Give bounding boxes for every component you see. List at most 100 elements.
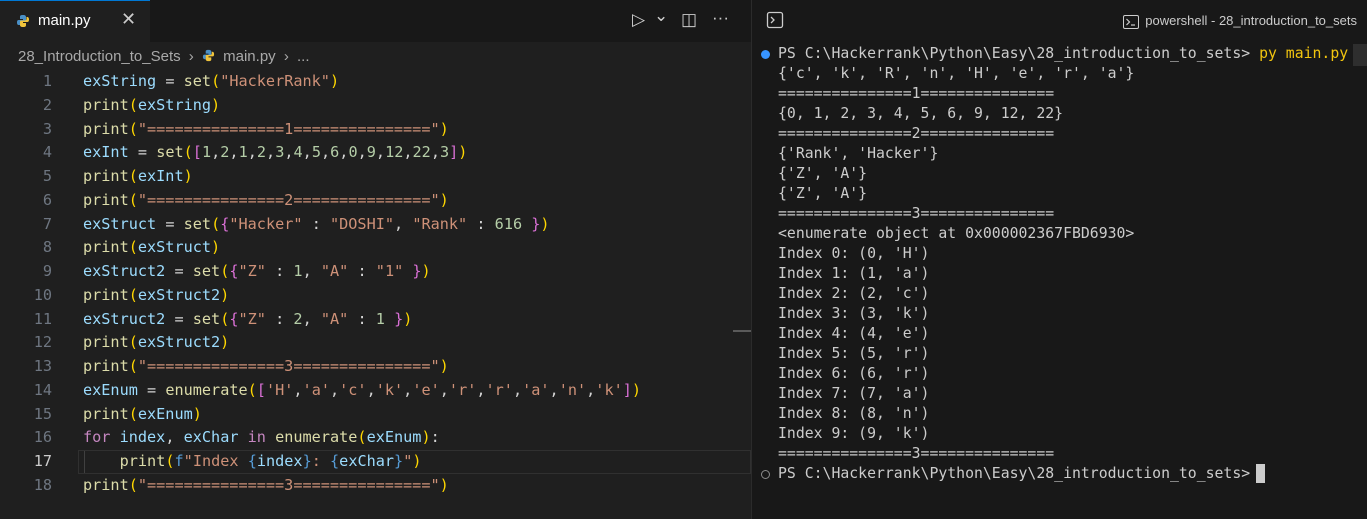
terminal-output-line: {'Z', 'A'} [778,165,868,182]
terminal-output-line: {'Z', 'A'} [778,185,868,202]
line-number: 7 [42,214,52,233]
code-line[interactable]: 16 for index, exChar in enumerate(exEnum)… [0,426,751,450]
chevron-right-icon: › [188,48,194,65]
code-line[interactable]: 12 print(exStruct2) [0,331,751,355]
code-text: exStruct2 = set({"Z" : 2, "A" : 1 }) [83,309,413,328]
terminal-output-line: ===============2=============== [778,125,1055,142]
code-line[interactable]: 10 print(exStruct2) [0,284,751,308]
run-icon[interactable]: ▷ [632,10,645,30]
code-line[interactable]: 1 exString = set("HackerRank") [0,70,751,94]
command-success-dot-icon[interactable] [761,50,770,59]
code-text: exStruct = set({"Hacker" : "DOSHI", "Ran… [83,214,550,233]
terminal-cursor [1256,464,1266,483]
code-text: print("===============1===============") [83,119,449,138]
close-icon[interactable]: ✕ [121,9,136,30]
code-line[interactable]: 5 print(exInt) [0,165,751,189]
line-number: 5 [42,167,52,185]
terminal-output-line: Index 5: (5, 'r') [778,345,930,362]
code-text: exString = set("HackerRank") [83,72,340,90]
code-line[interactable]: 9 exStruct2 = set({"Z" : 1, "A" : "1" }) [0,260,751,284]
breadcrumb-more[interactable]: ... [297,48,310,65]
breadcrumb: 28_Introduction_to_Sets › main.py › ... [18,48,314,65]
terminal-output-line: Index 9: (9, 'k') [778,425,930,442]
code-line[interactable]: 13 print("===============3===============… [0,355,751,379]
line-number: 16 [33,428,52,447]
breadcrumb-file[interactable]: main.py [223,48,276,65]
terminal-output-line: Index 2: (2, 'c') [778,285,930,302]
terminal-scrollbar[interactable] [1353,44,1367,66]
line-number: 12 [33,333,52,352]
line-number: 2 [42,95,52,114]
code-line[interactable]: 2 print(exString) [0,94,751,118]
terminal-output-line: {0, 1, 2, 3, 4, 5, 6, 9, 12, 22} [778,105,1064,122]
terminal-header: powershell - 28_introduction_to_sets [752,0,1367,42]
code-text: exStruct2 = set({"Z" : 1, "A" : "1" }) [83,262,431,280]
code-line[interactable]: 3 print("===============1==============="… [0,118,751,142]
terminal-prompt: PS C:\Hackerrank\Python\Easy\28_introduc… [778,465,1251,482]
line-number: 6 [42,190,52,209]
editor-tab-bar: main.py ✕ ▷ ⌄ ◫ ··· [0,0,751,42]
tab-main-py[interactable]: main.py ✕ [0,0,150,42]
terminal-output-line: ===============3=============== [778,445,1055,462]
code-text: print(exStruct) [83,238,221,257]
python-file-icon [17,15,29,27]
terminal-output[interactable]: PS C:\Hackerrank\Python\Easy\28_introduc… [752,44,1352,484]
terminal-output-line: {'c', 'k', 'R', 'n', 'H', 'e', 'r', 'a'} [778,65,1135,82]
code-text: print(exInt) [83,167,193,185]
scrollbar-marker [733,330,751,332]
terminal-pane[interactable]: powershell - 28_introduction_to_sets PS … [752,0,1367,519]
terminal-prompt: PS C:\Hackerrank\Python\Easy\28_introduc… [778,45,1251,62]
terminal-output-line: Index 8: (8, 'n') [778,405,930,422]
line-number: 13 [33,357,52,375]
terminal-active-prompt-line: PS C:\Hackerrank\Python\Easy\28_introduc… [752,464,1352,484]
code-text: exEnum = enumerate(['H','a','c','k','e',… [83,380,642,399]
code-line[interactable]: 14 exEnum = enumerate(['H','a','c','k','e… [0,379,751,403]
code-text: print(exStruct2) [83,333,230,352]
line-number: 3 [42,119,52,138]
code-text: exInt = set([1,2,1,2,3,4,5,6,0,9,12,22,3… [83,143,468,162]
code-line[interactable]: 8 print(exStruct) [0,236,751,260]
chevron-right-icon: › [283,48,289,65]
terminal-output-line: {'Rank', 'Hacker'} [778,145,939,162]
code-text: print(f"Index {index}: {exChar}") [119,452,422,470]
more-actions-icon[interactable]: ··· [712,8,729,28]
editor-pane: main.py ✕ ▷ ⌄ ◫ ··· 28_Introduction_to_S… [0,0,751,519]
python-file-icon [202,49,215,62]
powershell-icon [1123,14,1140,29]
code-line[interactable]: 7 exStruct = set({"Hacker" : "DOSHI", "Ra… [0,213,751,237]
command-pending-dot-icon[interactable] [761,470,770,479]
code-line[interactable]: 17 print(f"Index {index}: {exChar}") [0,450,751,474]
code-text: print("===============3===============") [83,475,449,494]
terminal-output-line: <enumerate object at 0x000002367FBD6930> [778,225,1135,242]
terminal-output-line: Index 0: (0, 'H') [778,245,930,262]
chevron-down-icon[interactable]: ⌄ [654,6,668,26]
breadcrumb-folder[interactable]: 28_Introduction_to_Sets [18,48,181,65]
line-number: 15 [33,404,52,423]
terminal-output-line: Index 3: (3, 'k') [778,305,930,322]
code-line[interactable]: 4 exInt = set([1,2,1,2,3,4,5,6,0,9,12,22,… [0,141,751,165]
terminal-output-line: ===============1=============== [778,85,1055,102]
tab-label: main.py [38,12,91,29]
terminal-command-line: PS C:\Hackerrank\Python\Easy\28_introduc… [752,44,1352,64]
terminal-output-line: Index 4: (4, 'e') [778,325,930,342]
line-number: 1 [42,72,52,90]
code-text: print(exEnum) [83,404,202,423]
terminal-title[interactable]: powershell - 28_introduction_to_sets [1123,13,1357,29]
code-line[interactable]: 6 print("===============2==============="… [0,189,751,213]
line-number: 10 [33,285,52,304]
code-text: print(exString) [83,95,221,114]
split-editor-icon[interactable]: ◫ [681,10,697,30]
line-number: 11 [33,309,52,328]
line-number: 18 [33,475,52,494]
code-text: print("===============3===============") [83,357,449,375]
terminal-output-line: Index 7: (7, 'a') [778,385,930,402]
code-line[interactable]: 11 exStruct2 = set({"Z" : 2, "A" : 1 }) [0,308,751,332]
code-line[interactable]: 18 print("===============3===============… [0,474,751,498]
line-number: 8 [42,238,52,257]
terminal-icon[interactable] [766,11,784,29]
code-editor[interactable]: 1 exString = set("HackerRank") 2 print(exSt… [0,70,751,498]
code-text: print("===============2===============") [83,190,449,209]
code-text: for index, exChar in enumerate(exEnum): [83,428,440,447]
code-line[interactable]: 15 print(exEnum) [0,403,751,427]
line-number: 14 [33,380,52,399]
